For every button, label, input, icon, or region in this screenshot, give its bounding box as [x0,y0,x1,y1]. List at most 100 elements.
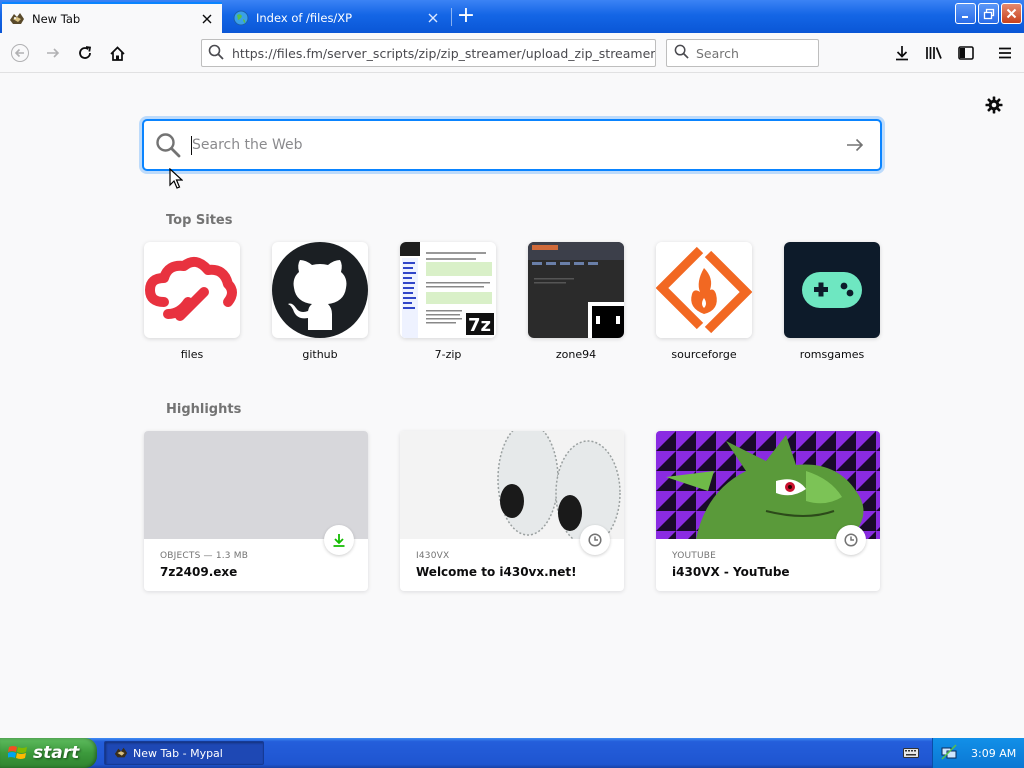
system-tray: 3:09 AM [932,738,1024,768]
top-site-files[interactable]: files [144,242,240,361]
files-cloud-icon [145,256,237,321]
library-icon [926,47,942,59]
top-sites-heading: Top Sites [166,213,233,228]
taskbar-item-label: New Tab - Mypal [133,746,223,760]
highlight-title: i430VX - YouTube [672,565,790,579]
github-icon [272,242,368,338]
navigation-toolbar: https://files.fm/server_scripts/zip/zip_… [0,33,1024,73]
restore-icon [983,8,994,19]
globe-icon [232,9,250,27]
site-label: github [302,348,338,361]
dragon-artwork-image [656,431,880,539]
sidebar-icon [958,46,974,60]
search-bar[interactable]: Search [666,39,819,67]
menu-button[interactable] [991,39,1019,67]
library-button[interactable] [920,39,948,67]
highlight-card-i430vx-youtube[interactable]: YOUTUBE i430VX - YouTube [656,431,880,591]
top-site-7zip[interactable]: 7z 7-zip [400,242,496,361]
sidebar-button[interactable] [952,39,980,67]
tab-new-tab[interactable]: New Tab [2,2,222,33]
web-search-box[interactable] [143,120,881,170]
search-icon [208,44,224,63]
search-icon [144,121,192,169]
web-search-input[interactable] [192,137,830,153]
googly-eyes-image [400,431,624,539]
download-icon [324,525,354,555]
highlight-meta: I430VX [416,551,450,561]
back-arrow-icon [11,44,29,62]
site-label: sourceforge [671,348,737,361]
home-button[interactable] [103,39,131,67]
mouse-cursor-icon [169,167,184,190]
highlight-card-i430vx-net[interactable]: I430VX Welcome to i430vx.net! [400,431,624,591]
clock: 3:09 AM [971,746,1017,760]
customize-button[interactable] [983,94,1005,116]
taskbar-item-mypal[interactable]: New Tab - Mypal [104,741,264,765]
highlight-card-7z2409[interactable]: OBJECTS — 1.3 MB 7z2409.exe [144,431,368,591]
tab-index-of-files-xp[interactable]: Index of /files/XP [226,2,448,33]
clock-icon [836,525,866,555]
tab-separator [451,8,452,26]
minimize-icon [961,15,968,18]
gamepad-icon [784,242,880,338]
clock-icon [580,525,610,555]
site-label: romsgames [799,348,865,361]
zone94-thumbnail [528,242,624,338]
close-icon [1006,8,1017,19]
site-tile[interactable]: 7z [400,242,496,338]
tab-title: Index of /files/XP [256,10,353,25]
gear-icon [985,96,1003,114]
highlights-heading: Highlights [166,402,242,417]
top-site-sourceforge[interactable]: sourceforge [656,242,752,361]
site-tile[interactable] [144,242,240,338]
top-site-romsgames[interactable]: romsgames [784,242,880,361]
downloads-button[interactable] [888,39,916,67]
text-caret [191,136,192,155]
tab-strip: New Tab Index of /files/XP + [0,0,1024,33]
maximize-button[interactable] [978,3,999,24]
7zip-thumbnail: 7z [400,242,496,338]
sourceforge-icon [656,242,752,338]
minimize-button[interactable] [955,3,976,24]
tab-title: New Tab [32,11,81,26]
highlight-meta: YOUTUBE [672,551,717,561]
forward-button[interactable] [39,39,67,67]
home-icon [109,45,125,61]
highlight-title: 7z2409.exe [160,565,238,579]
site-tile[interactable] [784,242,880,338]
forward-arrow-icon [47,48,60,58]
site-tile[interactable] [656,242,752,338]
close-tab-icon[interactable] [198,10,216,28]
site-label: files [180,348,204,361]
close-tab-icon[interactable] [424,9,442,27]
highlight-meta: OBJECTS — 1.3 MB [160,551,249,561]
highlight-thumbnail [400,431,624,539]
taskbar: start New Tab - Mypal 3:09 AM [0,738,1024,768]
highlight-title: Welcome to i430vx.net! [416,565,577,579]
close-window-button[interactable] [1001,3,1022,24]
search-icon [674,44,689,62]
svg-text:7z: 7z [468,315,491,336]
site-tile[interactable] [272,242,368,338]
arrow-right-icon [847,138,864,152]
keyboard-icon[interactable] [902,745,920,761]
reload-icon [79,46,92,59]
hamburger-menu-icon [999,47,1011,59]
highlight-thumbnail [656,431,880,539]
top-site-github[interactable]: github [272,242,368,361]
url-bar[interactable]: https://files.fm/server_scripts/zip/zip_… [201,39,656,67]
back-button[interactable] [6,39,34,67]
download-icon [896,46,908,61]
reload-button[interactable] [71,39,99,67]
site-label: 7-zip [434,348,462,361]
top-site-zone94[interactable]: zone94 [528,242,624,361]
start-button[interactable]: start [0,738,97,768]
search-placeholder: Search [696,45,739,61]
search-submit-button[interactable] [830,121,880,169]
mypal-icon [8,10,26,28]
site-tile[interactable] [528,242,624,338]
url-text: https://files.fm/server_scripts/zip/zip_… [232,45,656,61]
highlight-thumbnail [144,431,368,539]
new-tab-button[interactable]: + [454,4,478,28]
network-icon[interactable] [941,743,957,763]
